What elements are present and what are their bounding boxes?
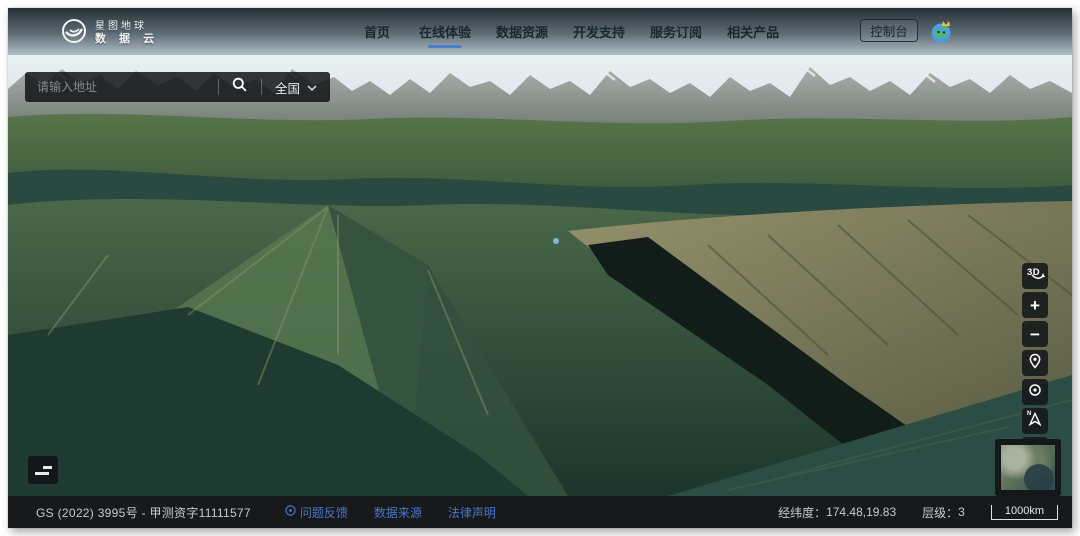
search-icon <box>232 77 247 97</box>
layer-list-button[interactable] <box>28 456 58 484</box>
top-navbar: 星图地球 数 据 云 首页 在线体验 数据资源 开发支持 服务订阅 相关产品 <box>8 8 1072 55</box>
mode-3d-button[interactable]: 3D <box>1022 263 1048 289</box>
nav-item-home[interactable]: 首页 <box>360 16 394 48</box>
legal-notice-link[interactable]: 法律声明 <box>448 504 496 521</box>
map-tool-stack: 3D + − <box>1022 263 1048 463</box>
nav-item-service-subscription[interactable]: 服务订阅 <box>650 16 702 48</box>
status-bar: GS (2022) 3995号 - 甲测资字11111577 问题反馈 数据来源… <box>8 496 1072 528</box>
terrain-3d-view <box>8 55 1072 496</box>
overview-minimap[interactable] <box>995 439 1061 496</box>
search-button[interactable] <box>219 72 261 102</box>
nav-item-data-resources[interactable]: 数据资源 <box>496 16 548 48</box>
layer-list-icon <box>35 466 52 475</box>
footer-links: 问题反馈 数据来源 法律声明 <box>285 504 496 521</box>
region-dropdown[interactable]: 全国 <box>262 72 330 102</box>
feedback-link[interactable]: 问题反馈 <box>285 504 348 521</box>
console-button[interactable]: 控制台 <box>860 19 918 42</box>
nav-item-related-products[interactable]: 相关产品 <box>727 16 779 48</box>
nav-item-online-experience[interactable]: 在线体验 <box>419 16 471 48</box>
user-avatar[interactable] <box>928 18 955 45</box>
target-icon <box>1027 382 1043 403</box>
map-license-text: GS (2022) 3995号 - 甲测资字11111577 <box>36 504 251 521</box>
region-dropdown-value: 全国 <box>275 78 300 97</box>
logo-text-line2: 数 据 云 <box>95 33 159 46</box>
rotate-arc-icon <box>1031 268 1045 286</box>
zoom-level-value: 3 <box>958 505 965 519</box>
nav-item-dev-support[interactable]: 开发支持 <box>573 16 625 48</box>
pin-location-button[interactable] <box>1022 350 1048 376</box>
data-source-link[interactable]: 数据来源 <box>374 504 422 521</box>
chevron-down-icon <box>307 80 317 94</box>
coordinates-readout: 经纬度： 174.48,19.83 <box>778 504 896 521</box>
logo-text-line1: 星图地球 <box>95 21 159 33</box>
app-window: 星图地球 数 据 云 首页 在线体验 数据资源 开发支持 服务订阅 相关产品 <box>8 8 1072 528</box>
address-search-bar: 全国 <box>25 72 330 102</box>
status-readouts: 经纬度： 174.48,19.83 层级： 3 1000km <box>778 504 1058 521</box>
main-nav: 首页 在线体验 数据资源 开发支持 服务订阅 相关产品 <box>360 8 779 55</box>
map-viewport[interactable]: 全国 3D + − <box>8 55 1072 496</box>
map-pin-icon <box>1027 353 1043 374</box>
brand-logo[interactable]: 星图地球 数 据 云 <box>60 17 159 50</box>
logo-globe-icon <box>60 17 88 50</box>
zoom-out-button[interactable]: − <box>1022 321 1048 347</box>
coordinates-value: 174.48,19.83 <box>826 505 896 519</box>
compass-n-label: N <box>1027 411 1031 417</box>
compass-north-button[interactable]: N <box>1022 408 1048 434</box>
feedback-icon <box>285 505 296 519</box>
map-scale-bar: 1000km <box>991 505 1058 520</box>
locate-me-button[interactable] <box>1022 379 1048 405</box>
address-search-input[interactable] <box>25 72 218 102</box>
zoom-in-button[interactable]: + <box>1022 292 1048 318</box>
zoom-level-readout: 层级： 3 <box>922 504 965 521</box>
active-tab-underline <box>428 45 462 48</box>
